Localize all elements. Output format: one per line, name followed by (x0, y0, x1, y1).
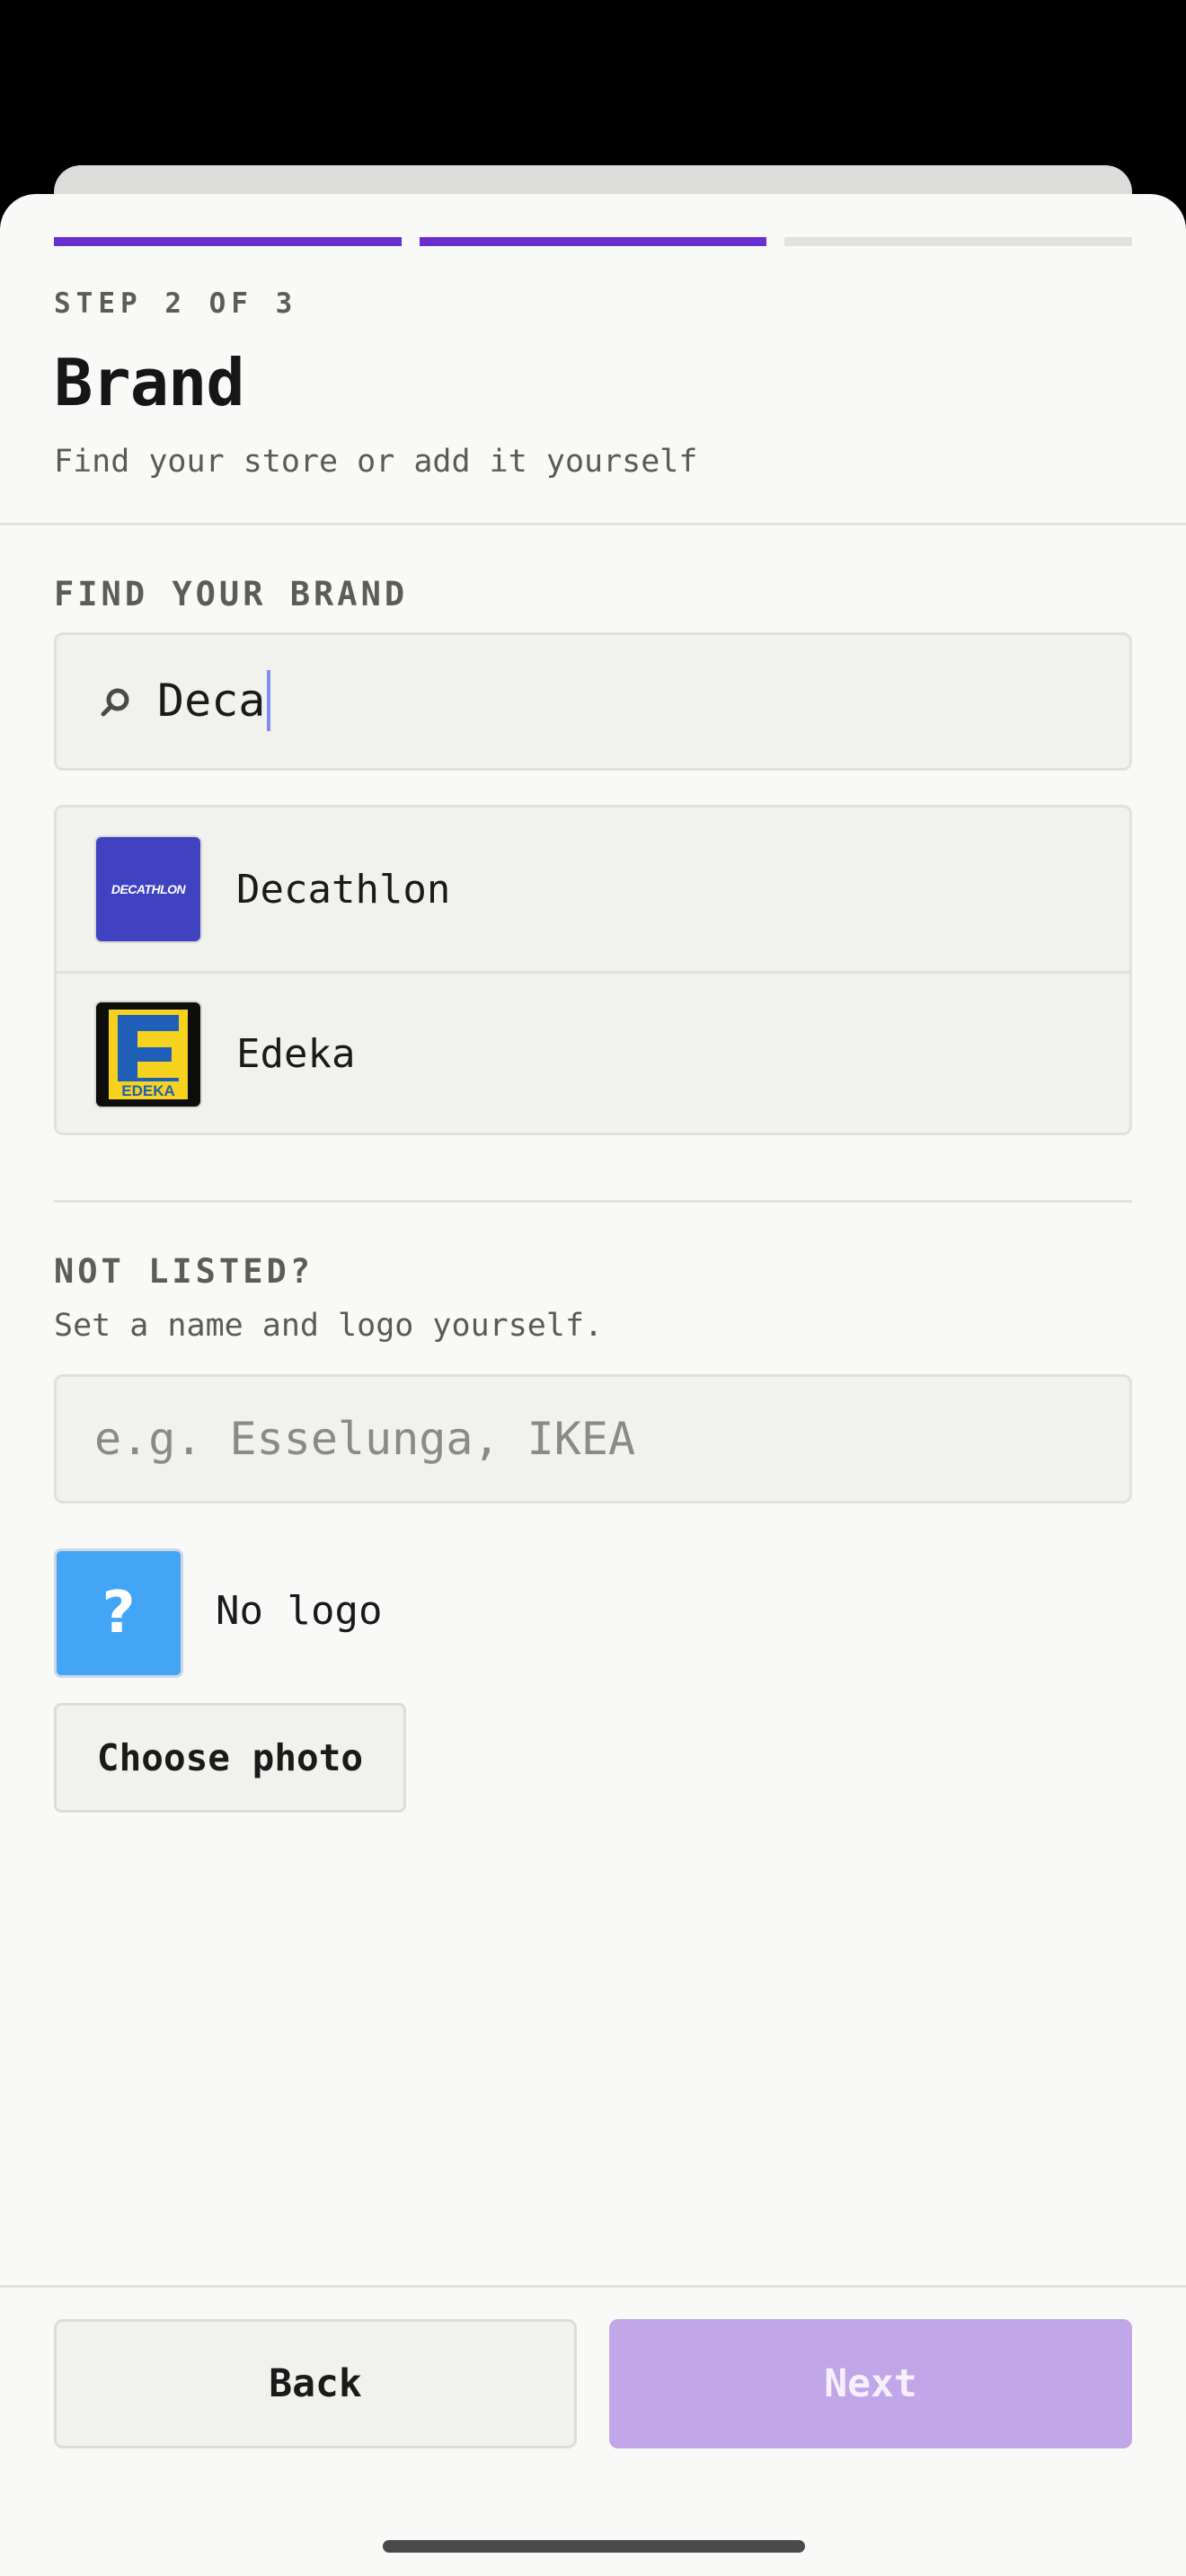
next-button[interactable]: Next (609, 2319, 1132, 2448)
not-listed-description: Set a name and logo yourself. (54, 1308, 604, 1344)
brand-search-input[interactable]: Deca (54, 632, 1132, 771)
decathlon-logo: DECATHLON (94, 835, 202, 943)
brand-result-decathlon[interactable]: DECATHLON Decathlon (57, 807, 1129, 971)
custom-brand-name-input[interactable] (54, 1374, 1132, 1504)
edeka-logo: EDEKA (94, 1000, 202, 1108)
progress-segment-2 (419, 237, 767, 246)
section-divider (54, 1200, 1132, 1203)
brand-result-name: Edeka (236, 1031, 356, 1077)
footer-actions: Back Next (0, 2285, 1186, 2576)
header-divider (0, 523, 1186, 525)
brand-results-list: DECATHLON Decathlon EDEKA Edeka (54, 805, 1132, 1135)
progress-segment-3 (784, 237, 1133, 246)
brand-step-sheet: STEP 2 OF 3 Brand Find your store or add… (0, 194, 1186, 2576)
find-brand-label: FIND YOUR BRAND (54, 575, 409, 613)
step-label: STEP 2 OF 3 (54, 287, 298, 320)
back-button[interactable]: Back (54, 2319, 577, 2448)
custom-logo-preview: ? (54, 1548, 183, 1678)
choose-photo-button[interactable]: Choose photo (54, 1703, 406, 1813)
text-caret (267, 669, 271, 731)
footer-divider (0, 2285, 1186, 2288)
page-title: Brand (54, 345, 245, 420)
brand-result-name: Decathlon (236, 866, 451, 913)
step-progress-bar (54, 237, 1133, 246)
question-mark-icon: ? (102, 1580, 136, 1646)
brand-result-edeka[interactable]: EDEKA Edeka (57, 971, 1129, 1133)
progress-segment-1 (54, 237, 402, 246)
search-icon (101, 688, 129, 717)
search-input-value[interactable]: Deca (157, 669, 271, 731)
svg-text:EDEKA: EDEKA (121, 1082, 175, 1099)
not-listed-label: NOT LISTED? (54, 1252, 314, 1291)
logo-status-text: No logo (216, 1588, 383, 1634)
page-subtitle: Find your store or add it yourself (54, 444, 698, 480)
home-indicator[interactable] (383, 2540, 805, 2553)
